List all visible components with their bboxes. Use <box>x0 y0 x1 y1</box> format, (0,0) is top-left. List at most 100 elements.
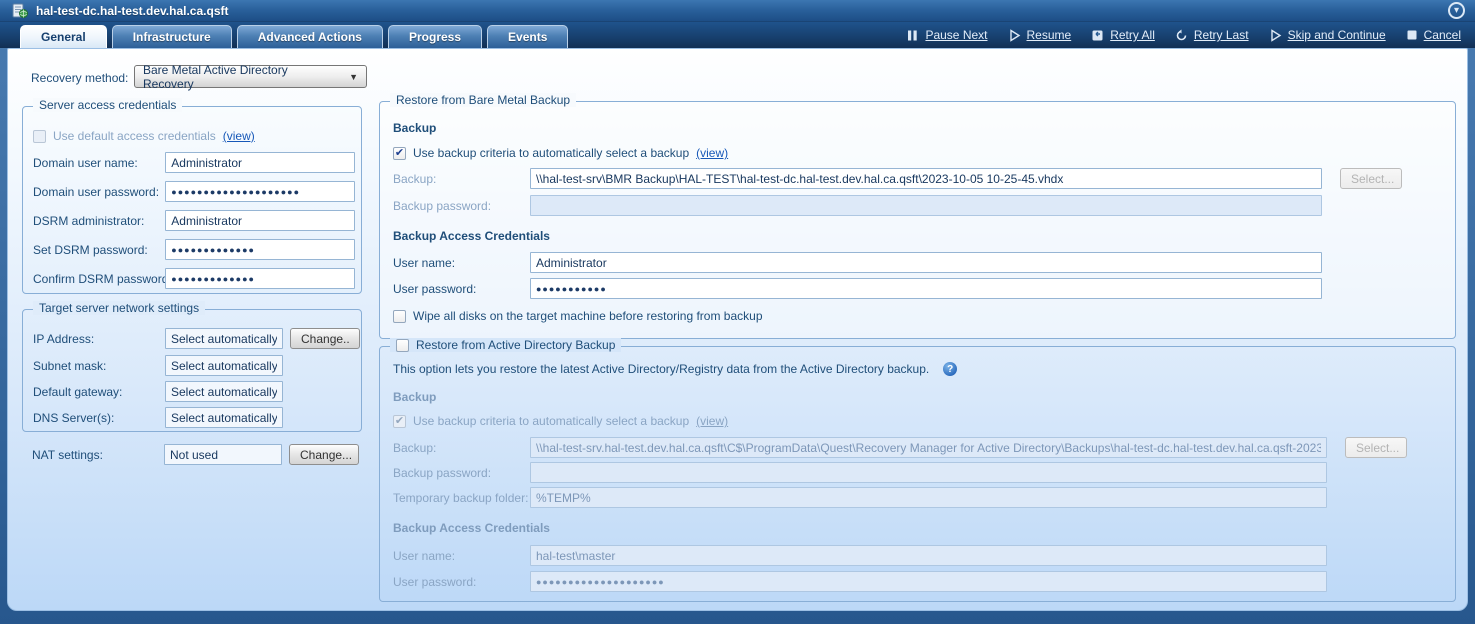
pause-next-button[interactable]: Pause Next <box>906 28 987 42</box>
bmr-criteria-label: Use backup criteria to automatically sel… <box>413 146 689 160</box>
tab-advanced-actions[interactable]: Advanced Actions <box>237 25 383 48</box>
ad-backup-heading: Backup <box>393 390 436 404</box>
ad-backup-password-input[interactable] <box>530 462 1327 483</box>
ad-user-name-input[interactable] <box>530 545 1327 566</box>
nat-change-button[interactable]: Change... <box>289 444 359 465</box>
help-icon[interactable]: ? <box>943 362 957 376</box>
set-dsrm-password-row: Set DSRM password: <box>33 239 355 260</box>
tab-events[interactable]: Events <box>487 25 568 48</box>
general-tab-panel: Recovery method: Bare Metal Active Direc… <box>7 48 1468 611</box>
dns-servers-label: DNS Server(s): <box>33 411 165 425</box>
ad-description-text: This option lets you restore the latest … <box>393 362 929 376</box>
ad-restore-checkbox[interactable]: ✔ <box>396 339 409 352</box>
bmr-user-name-input[interactable] <box>530 252 1322 273</box>
window-title: hal-test-dc.hal-test.dev.hal.ca.qsft <box>36 4 229 18</box>
ip-address-row: IP Address: Change.. <box>33 328 355 349</box>
nat-settings-input[interactable] <box>164 444 282 465</box>
domain-user-name-row: Domain user name: <box>33 152 355 173</box>
retry-last-button[interactable]: Retry Last <box>1175 28 1249 42</box>
bmr-wipe-disks-row: ✔ Wipe all disks on the target machine b… <box>393 309 763 323</box>
ad-criteria-row: ✔ Use backup criteria to automatically s… <box>393 414 728 428</box>
ad-backup-select-button[interactable]: Select... <box>1345 437 1407 458</box>
server-access-credentials-legend: Server access credentials <box>33 98 182 112</box>
pause-icon <box>906 29 919 42</box>
dsrm-administrator-input[interactable] <box>165 210 355 231</box>
ip-address-input[interactable] <box>165 328 283 349</box>
skip-icon <box>1269 29 1282 42</box>
resume-button[interactable]: Resume <box>1008 28 1072 42</box>
ad-criteria-label: Use backup criteria to automatically sel… <box>413 414 689 428</box>
tab-general[interactable]: General <box>20 25 107 48</box>
set-dsrm-password-label: Set DSRM password: <box>33 243 165 257</box>
set-dsrm-password-input[interactable] <box>165 239 355 260</box>
ad-restore-legend-label: Restore from Active Directory Backup <box>416 338 615 352</box>
bare-metal-restore-group: Restore from Bare Metal Backup Backup ✔ … <box>379 101 1456 339</box>
chevron-down-icon: ▼ <box>339 72 358 82</box>
ad-user-password-input[interactable] <box>530 571 1327 592</box>
recovery-method-value: Bare Metal Active Directory Recovery <box>143 63 339 91</box>
ad-restore-legend: ✔ Restore from Active Directory Backup <box>390 338 621 352</box>
use-default-credentials-label: Use default access credentials <box>53 129 216 143</box>
use-default-credentials-checkbox[interactable]: ✔ <box>33 130 46 143</box>
ad-criteria-checkbox[interactable]: ✔ <box>393 415 406 428</box>
ad-user-password-label: User password: <box>393 575 530 589</box>
default-gateway-row: Default gateway: <box>33 381 355 402</box>
bmr-credentials-heading: Backup Access Credentials <box>393 229 550 243</box>
ad-user-password-row: User password: <box>393 571 1448 592</box>
nat-settings-label: NAT settings: <box>32 448 164 462</box>
titlebar: hal-test-dc.hal-test.dev.hal.ca.qsft ▾ <box>0 0 1475 22</box>
ad-backup-label: Backup: <box>393 441 530 455</box>
bmr-backup-select-button[interactable]: Select... <box>1340 168 1402 189</box>
subnet-mask-input[interactable] <box>165 355 283 376</box>
bmr-criteria-view-link[interactable]: (view) <box>696 146 728 160</box>
bmr-user-name-label: User name: <box>393 256 530 270</box>
retry-all-button[interactable]: Retry All <box>1091 28 1155 42</box>
ad-user-name-label: User name: <box>393 549 530 563</box>
ad-backup-path-input[interactable] <box>530 437 1327 458</box>
ad-credentials-heading: Backup Access Credentials <box>393 521 550 535</box>
retry-all-icon <box>1091 29 1104 42</box>
ad-backup-password-label: Backup password: <box>393 466 530 480</box>
domain-user-password-input[interactable] <box>165 181 355 202</box>
domain-user-name-input[interactable] <box>165 152 355 173</box>
recovery-method-row: Recovery method: <box>31 66 128 89</box>
confirm-dsrm-password-row: Confirm DSRM password: <box>33 268 355 289</box>
ip-address-change-button[interactable]: Change.. <box>290 328 360 349</box>
ad-restore-group: ✔ Restore from Active Directory Backup T… <box>379 346 1456 602</box>
bmr-user-name-row: User name: <box>393 252 1443 273</box>
cancel-button[interactable]: Cancel <box>1406 28 1461 42</box>
tab-infrastructure[interactable]: Infrastructure <box>112 25 232 48</box>
dsrm-administrator-label: DSRM administrator: <box>33 214 165 228</box>
bmr-backup-heading: Backup <box>393 121 436 135</box>
dns-servers-input[interactable] <box>165 407 283 428</box>
retry-last-icon <box>1175 29 1188 42</box>
tab-progress[interactable]: Progress <box>388 25 482 48</box>
ad-temp-folder-input[interactable] <box>530 487 1327 508</box>
skip-and-continue-button[interactable]: Skip and Continue <box>1269 28 1386 42</box>
bmr-backup-password-input[interactable] <box>530 195 1322 216</box>
ad-temp-folder-row: Temporary backup folder: <box>393 487 1448 508</box>
collapse-chevron-icon[interactable]: ▾ <box>1448 2 1465 19</box>
dns-servers-row: DNS Server(s): <box>33 407 355 428</box>
bmr-criteria-row: ✔ Use backup criteria to automatically s… <box>393 146 728 160</box>
bmr-criteria-checkbox[interactable]: ✔ <box>393 147 406 160</box>
use-default-credentials-view-link[interactable]: (view) <box>223 129 255 143</box>
play-icon <box>1008 29 1021 42</box>
ad-criteria-view-link[interactable]: (view) <box>696 414 728 428</box>
domain-user-name-label: Domain user name: <box>33 156 165 170</box>
confirm-dsrm-password-input[interactable] <box>165 268 355 289</box>
ad-description-row: This option lets you restore the latest … <box>393 362 957 376</box>
ad-temp-folder-label: Temporary backup folder: <box>393 491 530 505</box>
recovery-method-select[interactable]: Bare Metal Active Directory Recovery ▼ <box>134 65 367 88</box>
bare-metal-restore-legend: Restore from Bare Metal Backup <box>390 93 576 107</box>
server-access-credentials-group: Server access credentials ✔ Use default … <box>22 106 362 294</box>
domain-user-password-label: Domain user password: <box>33 185 165 199</box>
bmr-wipe-disks-checkbox[interactable]: ✔ <box>393 310 406 323</box>
bmr-user-password-input[interactable] <box>530 278 1322 299</box>
dsrm-administrator-row: DSRM administrator: <box>33 210 355 231</box>
network-settings-legend: Target server network settings <box>33 301 205 315</box>
bmr-backup-path-input[interactable] <box>530 168 1322 189</box>
default-gateway-input[interactable] <box>165 381 283 402</box>
confirm-dsrm-password-label: Confirm DSRM password: <box>33 272 165 286</box>
bmr-user-password-label: User password: <box>393 282 530 296</box>
